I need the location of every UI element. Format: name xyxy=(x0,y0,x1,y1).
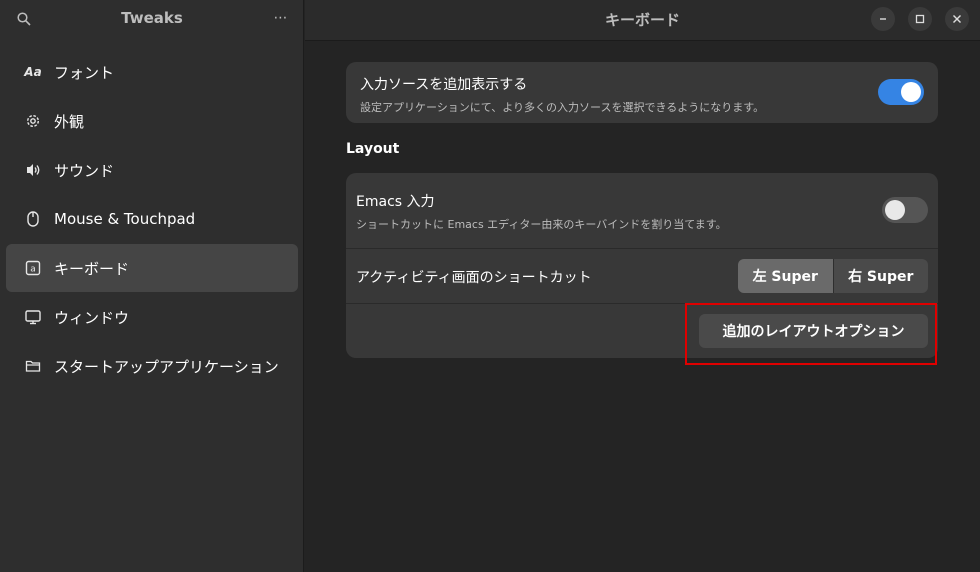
font-icon: Aa xyxy=(24,65,42,79)
sidebar-item-label: フォント xyxy=(54,63,115,82)
gear-icon xyxy=(24,112,42,130)
sidebar-item-label: Mouse & Touchpad xyxy=(54,210,196,228)
minimize-icon xyxy=(880,18,886,20)
app-title: Tweaks xyxy=(121,9,183,27)
input-sources-row: 入力ソースを追加表示する 設定アプリケーションにて、より多くの入力ソースを選択で… xyxy=(346,62,938,123)
layout-section-heading: Layout xyxy=(346,141,400,157)
sidebar-item-label: 外観 xyxy=(54,112,85,131)
sidebar-item-keyboard[interactable]: a キーボード xyxy=(6,244,298,292)
sidebar-item-label: スタートアップアプリケーション xyxy=(54,357,279,376)
sidebar-nav: Aa フォント 外観 サウンド Mouse & Touchpad a キーボード… xyxy=(6,48,298,391)
emacs-title: Emacs 入力 xyxy=(356,194,435,210)
sidebar-item-label: キーボード xyxy=(54,259,130,278)
menu-icon[interactable]: ⋯ xyxy=(270,8,292,28)
sidebar-item-appearance[interactable]: 外観 xyxy=(6,97,298,145)
monitor-icon xyxy=(24,308,42,326)
sidebar-item-label: サウンド xyxy=(54,161,115,180)
input-sources-title: 入力ソースを追加表示する xyxy=(360,77,528,93)
right-super-button[interactable]: 右 Super xyxy=(833,259,928,293)
main-panel: キーボード 入力ソースを追加表示する 設定アプリケーションにて、より多くの入力ソ… xyxy=(305,0,980,572)
sidebar-item-fonts[interactable]: Aa フォント xyxy=(6,48,298,96)
sidebar: Tweaks ⋯ Aa フォント 外観 サウンド Mouse & Touchpa… xyxy=(0,0,304,572)
divider xyxy=(346,248,938,249)
sidebar-item-sound[interactable]: サウンド xyxy=(6,146,298,194)
sidebar-item-mouse-touchpad[interactable]: Mouse & Touchpad xyxy=(6,195,298,243)
emacs-switch[interactable] xyxy=(882,197,928,223)
overview-shortcut-selector: 左 Super 右 Super xyxy=(738,259,928,293)
switch-knob xyxy=(901,82,921,102)
close-icon xyxy=(953,15,961,23)
emacs-subtitle: ショートカットに Emacs エディター由来のキーバインドを割り当てます。 xyxy=(356,218,727,231)
keyboard-icon: a xyxy=(24,259,42,277)
switch-knob xyxy=(885,200,905,220)
sidebar-item-windows[interactable]: ウィンドウ xyxy=(6,293,298,341)
speaker-icon xyxy=(24,161,42,179)
highlight-box xyxy=(685,303,937,365)
maximize-button[interactable] xyxy=(908,7,932,31)
sidebar-header: Tweaks ⋯ xyxy=(0,0,303,36)
svg-text:a: a xyxy=(30,265,36,275)
overview-shortcut-title: アクティビティ画面のショートカット xyxy=(356,270,592,286)
maximize-icon xyxy=(915,14,925,24)
header-bar: キーボード xyxy=(305,0,980,41)
folder-icon xyxy=(24,357,42,375)
minimize-button[interactable] xyxy=(871,7,895,31)
input-sources-subtitle: 設定アプリケーションにて、より多くの入力ソースを選択できるようになります。 xyxy=(360,101,765,114)
mouse-icon xyxy=(24,210,42,228)
close-button[interactable] xyxy=(945,7,969,31)
sidebar-item-label: ウィンドウ xyxy=(54,308,130,327)
sidebar-item-startup-applications[interactable]: スタートアップアプリケーション xyxy=(6,342,298,390)
left-super-button[interactable]: 左 Super xyxy=(738,259,833,293)
input-sources-switch[interactable] xyxy=(878,79,924,105)
